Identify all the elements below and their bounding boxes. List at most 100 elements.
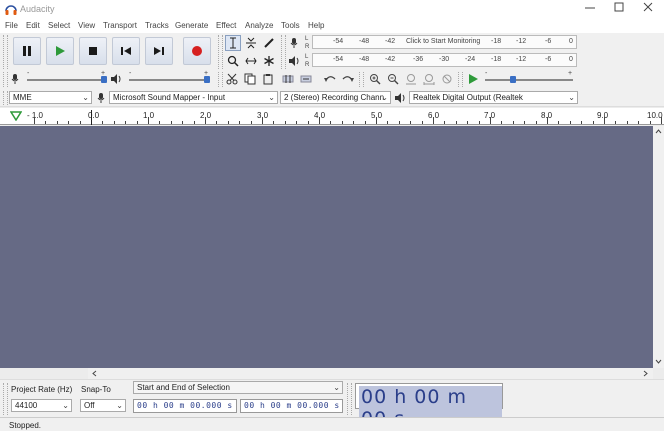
paste-button[interactable]: [260, 71, 276, 87]
audio-host-select[interactable]: MME ⌄: [9, 91, 92, 104]
menu-edit[interactable]: Edit: [26, 21, 40, 30]
cut-button[interactable]: [224, 71, 240, 87]
ruler-tick: [34, 117, 35, 124]
ruler-tick: [239, 121, 241, 124]
menu-analyze[interactable]: Analyze: [245, 21, 273, 30]
toolbar-grip[interactable]: [3, 72, 8, 87]
zoom-selection-icon: [406, 74, 416, 85]
menu-view[interactable]: View: [78, 21, 95, 30]
silence-button[interactable]: [298, 71, 314, 87]
project-rate-select[interactable]: 44100 ⌄: [11, 399, 72, 412]
toolbar-grip[interactable]: [3, 91, 8, 105]
timeline-options-icon[interactable]: [10, 111, 22, 121]
ruler-tick: [262, 117, 263, 124]
toolbar-grip[interactable]: [218, 35, 223, 69]
selection-mode-select[interactable]: Start and End of Selection ⌄: [133, 381, 343, 394]
speaker-icon: [289, 56, 299, 66]
toolbar-grip[interactable]: [359, 72, 364, 87]
play-speed-handle[interactable]: [510, 76, 516, 83]
play-speed-slider[interactable]: [485, 79, 573, 81]
recording-channels-select[interactable]: 2 (Stereo) Recording Chann ⌄: [280, 91, 391, 104]
redo-button[interactable]: [340, 71, 356, 87]
playback-device-select[interactable]: Realtek Digital Output (Realtek ⌄: [409, 91, 578, 104]
scroll-left-icon[interactable]: [91, 370, 97, 377]
slider-min-label: -: [485, 70, 488, 77]
zoom-in-button[interactable]: [367, 71, 383, 87]
playback-volume-handle[interactable]: [204, 76, 210, 83]
multi-tool[interactable]: [261, 53, 277, 69]
record-button[interactable]: [183, 37, 211, 65]
track-panel[interactable]: [0, 126, 653, 368]
horizontal-scrollbar[interactable]: [88, 368, 653, 379]
start-monitoring-label[interactable]: Click to Start Monitoring: [406, 38, 480, 45]
copy-button[interactable]: [242, 71, 258, 87]
ruler-tick: [512, 121, 514, 124]
toolbar-grip[interactable]: [218, 72, 223, 87]
ruler-tick: [193, 121, 195, 124]
menu-transport[interactable]: Transport: [103, 21, 137, 30]
ruler-tick: [79, 121, 81, 124]
menu-generate[interactable]: Generate: [175, 21, 208, 30]
zoom-tool[interactable]: [225, 53, 241, 69]
ruler-tick: [353, 121, 355, 124]
ruler-tick: [148, 117, 149, 124]
undo-button[interactable]: [322, 71, 338, 87]
selection-end-time[interactable]: 00 h 00 m 00.000 s: [240, 399, 343, 413]
ruler-tick: [490, 117, 491, 124]
playback-volume-slider[interactable]: [129, 79, 209, 81]
timeline-ruler[interactable]: - 1.0 0.0 1.0 2.0 3.0 4.0 5.0 6.0 7.0 8.…: [0, 108, 664, 125]
record-meter-button[interactable]: [286, 35, 302, 51]
playback-meter-button[interactable]: [286, 53, 302, 69]
ruler-tick: [569, 121, 571, 124]
toolbar-grip[interactable]: [347, 383, 352, 415]
play-button[interactable]: [46, 37, 74, 65]
toolbar-grip[interactable]: [3, 35, 8, 69]
scroll-down-icon[interactable]: [655, 359, 662, 365]
draw-tool[interactable]: [261, 35, 277, 51]
recording-device-value: Microsoft Sound Mapper - Input: [113, 93, 226, 102]
pause-button[interactable]: [13, 37, 41, 65]
trim-audio-icon: [282, 75, 294, 83]
playback-device-value: Realtek Digital Output (Realtek: [413, 93, 523, 102]
menu-select[interactable]: Select: [48, 21, 70, 30]
selection-tool[interactable]: [225, 35, 241, 51]
recording-device-select[interactable]: Microsoft Sound Mapper - Input ⌄: [109, 91, 278, 104]
time-shift-tool[interactable]: [243, 53, 259, 69]
recording-volume-slider[interactable]: [27, 79, 105, 81]
stop-button[interactable]: [79, 37, 107, 65]
trim-button[interactable]: [280, 71, 296, 87]
recording-volume-handle[interactable]: [101, 76, 107, 83]
toolbar-grip[interactable]: [458, 72, 463, 87]
zoom-fit-icon: [423, 74, 435, 85]
menu-file[interactable]: File: [5, 21, 18, 30]
scroll-right-icon[interactable]: [643, 370, 649, 377]
menu-help[interactable]: Help: [308, 21, 324, 30]
microphone-icon: [290, 38, 298, 48]
scroll-up-icon[interactable]: [655, 128, 662, 134]
playback-meter[interactable]: -54 -48 -42 -36 -30 -24 -18 -12 -6 0: [312, 53, 577, 67]
menu-tools[interactable]: Tools: [281, 21, 300, 30]
recording-meter[interactable]: -54 -48 -42 Click to Start Monitoring -1…: [312, 35, 577, 49]
menu-tracks[interactable]: Tracks: [145, 21, 169, 30]
close-button[interactable]: [634, 2, 662, 17]
toolbar-grip[interactable]: [3, 383, 8, 415]
envelope-tool[interactable]: [243, 35, 259, 51]
fit-selection-button[interactable]: [403, 71, 419, 87]
maximize-button[interactable]: [605, 2, 633, 17]
selection-toolbar: Project Rate (Hz) 44100 ⌄ Snap-To Off ⌄ St…: [0, 379, 664, 417]
zoom-toggle-button[interactable]: [439, 71, 455, 87]
meter-tick: -42: [385, 38, 396, 45]
zoom-out-button[interactable]: [385, 71, 401, 87]
minimize-button[interactable]: [576, 2, 604, 17]
selection-end-value: 00 h 00 m 00.000 s: [244, 401, 340, 410]
menu-effect[interactable]: Effect: [216, 21, 236, 30]
audio-host-value: MME: [13, 93, 32, 102]
fit-project-button[interactable]: [421, 71, 437, 87]
snap-to-select[interactable]: Off ⌄: [80, 399, 126, 412]
skip-to-end-button[interactable]: [145, 37, 173, 65]
play-at-speed-button[interactable]: [465, 71, 481, 87]
selection-start-time[interactable]: 00 h 00 m 00.000 s: [133, 399, 237, 413]
vertical-scrollbar[interactable]: [653, 126, 664, 368]
audio-position-display[interactable]: 00 h 00 m 00 s: [355, 383, 503, 430]
skip-to-start-button[interactable]: [112, 37, 140, 65]
